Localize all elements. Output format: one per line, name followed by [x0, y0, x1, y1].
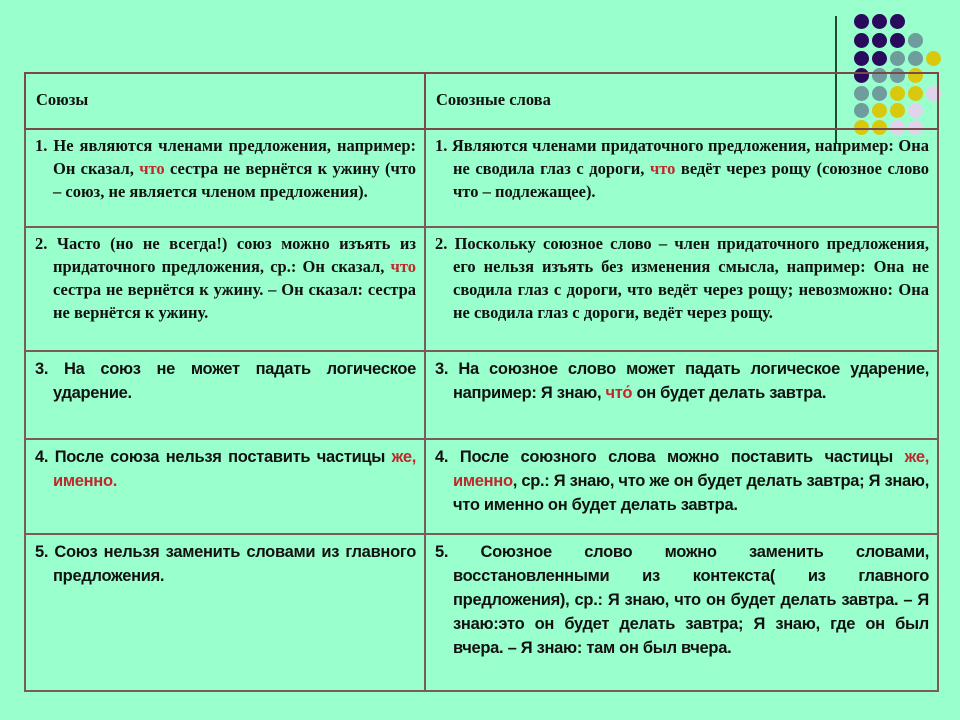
decorative-dot: [854, 51, 869, 66]
item-text: 3. На союзное слово может падать логичес…: [435, 357, 929, 405]
decorative-dot: [890, 33, 905, 48]
cell-left: 4. После союза нельзя поставить частицы …: [24, 438, 426, 535]
table-row: 4. После союза нельзя поставить частицы …: [24, 438, 939, 535]
header-cell-conjunctions: Союзы: [24, 72, 426, 130]
decorative-dot: [890, 51, 905, 66]
item-text: 5. Союз нельзя заменить словами из главн…: [35, 540, 416, 588]
text-segment: сестра не вернётся к ужину. – Он сказал:…: [53, 280, 416, 322]
item-text: 3. На союз не может падать логическое уд…: [35, 357, 416, 405]
cell-right: 5. Союзное слово можно заменить словами,…: [424, 533, 939, 692]
cell-right: 3. На союзное слово может падать логичес…: [424, 350, 939, 440]
decorative-dot: [890, 14, 905, 29]
cell-left: 5. Союз нельзя заменить словами из главн…: [24, 533, 426, 692]
decorative-dot: [872, 14, 887, 29]
text-segment: 2. Поскольку союзное слово – член придат…: [435, 234, 929, 322]
comparison-table: Союзы Союзные слова 1. Не являются члена…: [24, 72, 939, 692]
item-text: 5. Союзное слово можно заменить словами,…: [435, 540, 929, 660]
text-segment: 4. После союзного слова можно поставить …: [435, 448, 905, 466]
decorative-dot: [854, 33, 869, 48]
item-text: 2. Поскольку союзное слово – член придат…: [435, 232, 929, 324]
decorative-dot: [872, 33, 887, 48]
table-row: 1. Не являются членами предложения, напр…: [24, 128, 939, 228]
highlighted-word: что: [390, 257, 416, 276]
item-text: 1. Являются членами придаточного предлож…: [435, 134, 929, 203]
decorative-dot: [926, 51, 941, 66]
decorative-dot: [908, 33, 923, 48]
header-cell-conjunctive-words: Союзные слова: [424, 72, 939, 130]
text-segment: 5. Союз нельзя заменить словами из главн…: [35, 543, 416, 585]
text-segment: 3. На союз не может падать логическое уд…: [35, 360, 416, 402]
text-segment: 4. После союза нельзя поставить частицы: [35, 448, 392, 466]
highlighted-word: что: [649, 159, 676, 178]
table-header-row: Союзы Союзные слова: [24, 72, 939, 130]
text-segment: 2. Часто (но не всегда!) союз можно изъя…: [35, 234, 416, 276]
cell-left: 2. Часто (но не всегда!) союз можно изъя…: [24, 226, 426, 352]
cell-right: 2. Поскольку союзное слово – член придат…: [424, 226, 939, 352]
table-row: 2. Часто (но не всегда!) союз можно изъя…: [24, 226, 939, 352]
decorative-dot: [854, 14, 869, 29]
text-segment: , ср.: Я знаю, что же он будет делать за…: [453, 472, 929, 514]
text-segment: 5. Союзное слово можно заменить словами,…: [435, 543, 929, 657]
item-text: 1. Не являются членами предложения, напр…: [35, 134, 416, 203]
table-row: 3. На союз не может падать логическое уд…: [24, 350, 939, 440]
highlighted-word: что́: [605, 384, 633, 402]
cell-left: 1. Не являются членами предложения, напр…: [24, 128, 426, 228]
table-row: 5. Союз нельзя заменить словами из главн…: [24, 533, 939, 692]
text-segment: он будет делать завтра.: [632, 384, 827, 402]
item-text: 4. После союза нельзя поставить частицы …: [35, 445, 416, 493]
decorative-dot: [908, 51, 923, 66]
cell-right: 1. Являются членами придаточного предлож…: [424, 128, 939, 228]
highlighted-word: что: [139, 159, 165, 178]
decorative-dot: [872, 51, 887, 66]
item-text: 4. После союзного слова можно поставить …: [435, 445, 929, 517]
cell-left: 3. На союз не может падать логическое уд…: [24, 350, 426, 440]
item-text: 2. Часто (но не всегда!) союз можно изъя…: [35, 232, 416, 324]
cell-right: 4. После союзного слова можно поставить …: [424, 438, 939, 535]
